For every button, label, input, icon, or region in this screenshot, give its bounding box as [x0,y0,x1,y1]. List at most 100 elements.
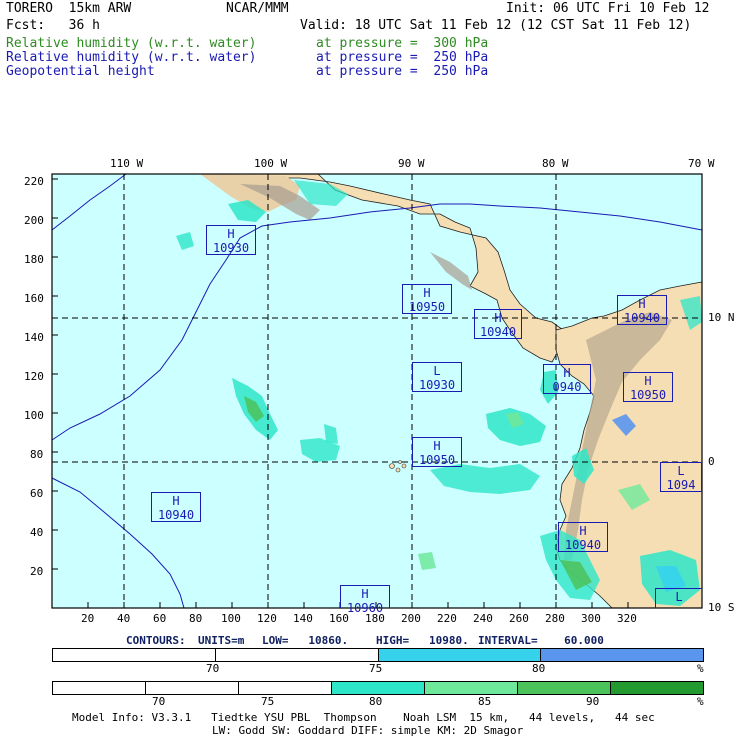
x-tick: 20 [81,612,95,625]
pressure-center-high: H 10940 [474,309,522,339]
colorbar-2-label: 70 [152,695,166,708]
colorbar-segment [53,682,146,694]
center-value: 10940 [479,325,517,339]
pressure-center-low: L [655,588,702,608]
colorbar-2-label: 80 [369,695,383,708]
colorbar-segment [425,682,518,694]
pressure-center-high: H 10940 [151,492,201,522]
y-tick: 120 [24,370,44,383]
pressure-center-low: L 1094 [660,462,702,492]
x-tick: 220 [437,612,457,625]
colorbar-2-unit: % [697,695,704,708]
center-value: 10950 [629,388,667,402]
contours-units: UNITS=m [198,634,245,647]
model-info: Model Info: V3.3.1 Tiedtke YSU PBL Thomp… [72,711,655,724]
center-type: H [172,494,180,508]
y-tick: 200 [24,214,44,227]
contours-interval: INTERVAL= 60.000 [478,634,604,647]
colorbar-segment [378,649,542,661]
lon-label-110w: 110 W [110,157,144,170]
x-tick: 40 [117,612,131,625]
x-tick: 120 [257,612,277,625]
pressure-center-high: H 10960 [340,585,390,615]
x-tick: 280 [545,612,565,625]
center-type: H [494,311,502,325]
y-tick: 180 [24,253,44,266]
pressure-center-high: H 0940 [543,364,591,394]
center-value: 10940 [157,508,195,522]
colorbar-1-label: 75 [369,662,383,675]
y-tick: 100 [24,409,44,422]
x-tick: 300 [581,612,601,625]
x-tick: 260 [509,612,529,625]
center-value: 1094 [666,478,696,492]
colorbar-segment [332,682,425,694]
x-tick: 240 [473,612,493,625]
center-type: L [675,590,683,604]
center-value: 10930 [212,241,250,255]
colorbar-2-label: 85 [478,695,492,708]
colorbar-2-label: 90 [586,695,600,708]
pressure-center-high: H 10930 [206,225,256,255]
center-type: H [563,366,571,380]
colorbar-1-label: 70 [206,662,220,675]
y-tick: 140 [24,331,44,344]
contours-low: LOW= 10860. [262,634,349,647]
center-type: H [638,297,646,311]
center-value: 10950 [408,300,446,314]
center-type: H [423,286,431,300]
center-value: 10930 [418,378,456,392]
lat-label-10s: 10 S [708,601,735,614]
weather-map [51,173,703,609]
y-tick: 80 [30,448,44,461]
colorbar-segment [53,649,216,661]
colorbar-segment [215,649,379,661]
colorbar-1-label: 80 [532,662,546,675]
contours-high: HIGH= 10980. [376,634,469,647]
y-tick: 40 [30,526,44,539]
colorbar-segment [611,682,703,694]
pressure-center-high: H 10950 [412,437,462,467]
pressure-center-low: L 10930 [412,362,462,392]
x-tick: 80 [189,612,203,625]
center-type: H [644,374,652,388]
center-value: 10940 [623,311,661,325]
x-tick: 200 [401,612,421,625]
x-tick: 60 [153,612,167,625]
center-type: H [579,524,587,538]
pressure-center-high: H 10950 [402,284,452,314]
lon-label-80w: 80 W [542,157,569,170]
colorbar-1-unit: % [697,662,704,675]
pressure-center-high: H 10940 [617,295,667,325]
center-value: 0940 [552,380,582,394]
x-tick: 140 [293,612,313,625]
colorbar-segment [541,649,703,661]
x-tick: 100 [221,612,241,625]
colorbar-segment [518,682,611,694]
center-type: H [361,587,369,601]
colorbar-250hpa [52,648,704,662]
colorbar-300hpa [52,681,704,695]
center-value: 10940 [564,538,602,552]
colorbar-2-label: 75 [261,695,275,708]
center-value: 10950 [418,453,456,467]
model-physics: LW: Godd SW: Goddard DIFF: simple KM: 2D… [212,724,524,737]
center-value: 10960 [346,601,384,615]
center-type: L [677,464,685,478]
lon-label-70w: 70 W [688,157,715,170]
colorbar-segment [146,682,239,694]
x-tick: 320 [617,612,637,625]
y-tick: 20 [30,565,44,578]
lon-label-100w: 100 W [254,157,288,170]
center-type: L [433,364,441,378]
pressure-center-high: H 10950 [623,372,673,402]
lon-label-90w: 90 W [398,157,425,170]
center-type: H [433,439,441,453]
y-tick: 60 [30,487,44,500]
y-tick: 220 [24,175,44,188]
contours-label: CONTOURS: [126,634,186,647]
y-tick: 160 [24,292,44,305]
colorbar-segment [239,682,332,694]
center-type: H [227,227,235,241]
pressure-center-high: H 10940 [558,522,608,552]
